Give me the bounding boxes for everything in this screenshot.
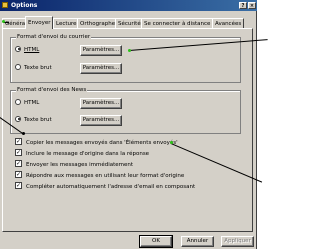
mail-format-title: Format d'envoi du courrier xyxy=(16,33,92,41)
news-html-radio[interactable]: HTML xyxy=(15,98,40,108)
callout-dot-copy-sent xyxy=(170,141,173,144)
callout-dot-send-immediately xyxy=(22,132,25,135)
callout-dot-mail-format xyxy=(128,49,131,52)
radio-unselected-icon xyxy=(15,98,21,105)
tab-se-connecter[interactable]: Se connecter à distance xyxy=(141,18,214,28)
news-format-title: Format d'envoi des News xyxy=(16,86,88,94)
news-text-radio[interactable]: Texte brut xyxy=(15,115,52,125)
option-autocomplete[interactable]: ✓ Compléter automatiquement l'adresse d'e… xyxy=(15,182,196,192)
option-send-immediately[interactable]: ✓ Envoyer les messages immédiatement xyxy=(15,160,134,170)
news-html-label: HTML xyxy=(24,100,40,106)
mail-text-radio[interactable]: Texte brut xyxy=(15,63,52,73)
radio-selected-icon xyxy=(15,45,21,52)
checkmark-icon: ✓ xyxy=(15,138,22,145)
option-copy-sent-label: Copier les messages envoyés dans 'Élémen… xyxy=(26,140,178,146)
callout-dot-general xyxy=(2,20,5,23)
tab-envoyer[interactable]: Envoyer xyxy=(25,16,54,29)
apply-button[interactable]: Appliquer xyxy=(221,236,254,247)
tab-avancees[interactable]: Avancées xyxy=(212,18,245,28)
option-autocomplete-label: Compléter automatiquement l'adresse d'em… xyxy=(26,184,196,190)
title-bar[interactable]: Options ? × xyxy=(0,0,257,11)
mail-html-label: HTML xyxy=(24,47,40,53)
news-format-group: Format d'envoi des News HTML Paramètres.… xyxy=(10,86,241,134)
checkmark-icon: ✓ xyxy=(15,171,22,178)
option-reply-format-label: Répondre aux messages en utilisant leur … xyxy=(26,173,185,179)
mail-text-label: Texte brut xyxy=(24,65,52,71)
option-copy-sent[interactable]: ✓ Copier les messages envoyés dans 'Éléme… xyxy=(15,138,178,148)
options-dialog: Options ? × Général Envoyer Lecture Orth… xyxy=(0,0,257,249)
mail-settings-button-1[interactable]: Paramètres... xyxy=(80,45,122,56)
radio-selected-icon xyxy=(15,115,21,122)
option-include-original[interactable]: ✓ Inclure le message d'origine dans la ré… xyxy=(15,149,150,159)
close-button[interactable]: × xyxy=(248,2,256,9)
radio-unselected-icon xyxy=(15,63,21,70)
window-title: Options xyxy=(11,2,38,9)
news-settings-button-1[interactable]: Paramètres... xyxy=(80,98,122,109)
news-text-label: Texte brut xyxy=(24,117,52,123)
option-reply-format[interactable]: ✓ Répondre aux messages en utilisant leur… xyxy=(15,171,185,181)
tab-orthographe[interactable]: Orthographe xyxy=(77,18,119,28)
mail-html-radio[interactable]: HTML xyxy=(15,45,40,55)
option-send-immediately-label: Envoyer les messages immédiatement xyxy=(26,162,134,168)
tab-lecture[interactable]: Lecture xyxy=(53,18,80,28)
checkmark-icon: ✓ xyxy=(15,182,22,189)
option-include-original-label: Inclure le message d'origine dans la rép… xyxy=(26,151,150,157)
news-settings-button-2[interactable]: Paramètres... xyxy=(80,115,122,126)
help-button[interactable]: ? xyxy=(239,2,247,9)
tab-panel-envoyer: Format d'envoi du courrier HTML Paramètr… xyxy=(2,28,253,232)
envelope-icon xyxy=(2,2,8,8)
cancel-button[interactable]: Annuler xyxy=(181,236,214,247)
checkmark-icon: ✓ xyxy=(15,160,22,167)
checkmark-icon: ✓ xyxy=(15,149,22,156)
ok-button[interactable]: OK xyxy=(139,235,173,248)
tab-securite[interactable]: Sécurité xyxy=(115,18,144,28)
mail-settings-button-2[interactable]: Paramètres... xyxy=(80,63,122,74)
